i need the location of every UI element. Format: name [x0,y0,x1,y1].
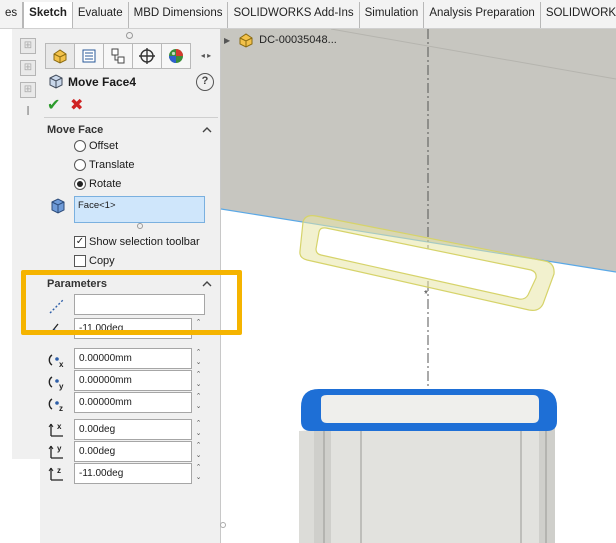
part-icon [239,33,253,48]
tab-simulation[interactable]: Simulation [360,2,425,28]
y-translation-input[interactable]: 0.00000mm [74,370,192,391]
svg-text:y: y [57,444,62,453]
svg-text:x: x [57,422,62,431]
z-translation-icon: z [48,398,63,413]
y-translation-spinner[interactable]: ⌃ ⌄ [194,370,203,391]
svg-text:*: * [424,289,428,300]
rotate-label: Rotate [89,178,122,190]
face-selection-box[interactable]: Face<1> [74,196,205,223]
show-selection-toolbar-checkbox[interactable]: ✓ [74,236,86,248]
feature-manager-icon [53,49,67,64]
move-face-icon [49,74,63,89]
rotate-option[interactable]: Rotate [74,176,121,192]
configuration-manager-tab[interactable] [103,43,133,69]
graphics-area[interactable]: * ▶ DC-00035048... [221,29,616,543]
display-manager-tab[interactable] [161,43,191,69]
configuration-icon [111,48,125,64]
x-rotation-icon: x [48,422,63,437]
y-translation-icon: y [48,376,64,391]
divider [44,117,218,118]
tab-partial-left[interactable]: es [0,2,24,28]
list-resize-grip[interactable] [137,223,143,229]
parameters-highlight-box [21,270,242,335]
model-view[interactable]: * [221,29,616,543]
y-rotation-spinner[interactable]: ⌃ ⌄ [194,441,203,462]
z-rotation-spinner[interactable]: ⌃ ⌄ [194,463,203,484]
tab-analysis-preparation[interactable]: Analysis Preparation [424,2,541,28]
feature-tree-root[interactable]: ▶ DC-00035048... [224,32,337,48]
x-rotation-spinner[interactable]: ⌃ ⌄ [194,419,203,440]
z-rotation-icon: z [48,466,63,481]
command-manager-tabs: es Sketch Evaluate MBD Dimensions SOLIDW… [0,0,616,29]
tab-evaluate[interactable]: Evaluate [73,2,129,28]
help-button[interactable]: ? [196,73,214,91]
page-title: Move Face4 [68,75,137,89]
grid-icon[interactable]: ⊞ [20,60,36,76]
z-rotation-input[interactable]: -11.00deg [74,463,192,484]
tab-sketch[interactable]: Sketch [23,2,73,28]
grid-icon[interactable]: ⊞ [20,38,36,54]
crosshair-icon [139,48,155,64]
copy-option[interactable]: Copy [74,253,115,269]
show-selection-toolbar-label: Show selection toolbar [89,236,200,248]
appearance-sphere-icon [169,49,183,63]
y-rotation-input[interactable]: 0.00deg [74,441,192,462]
chevron-up-icon[interactable] [201,124,213,136]
grid-icon[interactable]: ⊞ [20,82,36,98]
tab-solidworks-cam[interactable]: SOLIDWORKS CAM [541,2,616,28]
property-list-icon [82,49,96,63]
i-beam-icon[interactable]: I [20,104,36,120]
svg-text:z: z [59,404,63,413]
property-manager-tab[interactable] [74,43,104,69]
offset-option[interactable]: Offset [74,138,118,154]
pm-header: Move Face4 ? [48,73,218,95]
lower-body[interactable] [299,389,557,543]
tab-scroll-arrows[interactable]: ◂ ▸ [196,46,216,66]
copy-label: Copy [89,255,115,267]
x-translation-icon: x [48,354,64,369]
expand-arrow-icon[interactable]: ▶ [224,36,230,45]
x-translation-spinner[interactable]: ⌃ ⌄ [194,348,203,369]
manager-tabs [45,43,191,69]
translate-option[interactable]: Translate [74,157,134,173]
svg-text:y: y [59,382,64,391]
dimxpert-manager-tab[interactable] [132,43,162,69]
face-selection-icon [51,198,65,214]
cancel-button[interactable]: ✖ [70,95,83,115]
svg-text:z: z [57,466,61,475]
part-name: DC-00035048... [259,34,337,46]
offset-radio[interactable] [74,140,86,152]
z-translation-spinner[interactable]: ⌃ ⌄ [194,392,203,413]
show-selection-toolbar-option[interactable]: ✓ Show selection toolbar [74,234,200,250]
ok-button[interactable]: ✔ [47,95,60,115]
svg-text:x: x [59,360,64,369]
tab-solidworks-add-ins[interactable]: SOLIDWORKS Add-Ins [228,2,360,28]
x-translation-input[interactable]: 0.00000mm [74,348,192,369]
panel-grip[interactable] [126,32,133,39]
y-rotation-icon: y [48,444,63,459]
translate-label: Translate [89,159,135,171]
x-rotation-input[interactable]: 0.00deg [74,419,192,440]
z-translation-input[interactable]: 0.00000mm [74,392,192,413]
left-edge [0,29,12,543]
translate-radio[interactable] [74,159,86,171]
copy-checkbox[interactable] [74,255,86,267]
move-face-group-title: Move Face [47,124,104,136]
feature-manager-tab[interactable] [45,43,75,69]
offset-label: Offset [89,140,119,152]
rotate-radio[interactable] [74,178,86,190]
tab-mbd-dimensions[interactable]: MBD Dimensions [129,2,229,28]
